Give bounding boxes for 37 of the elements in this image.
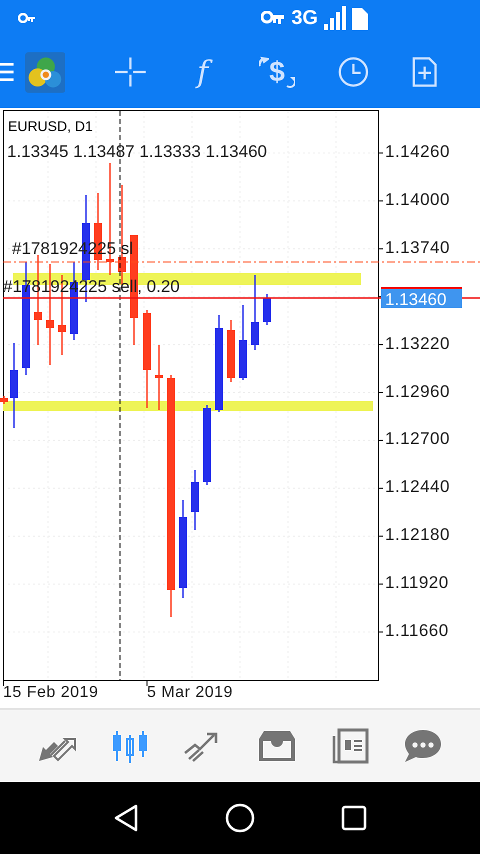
price-tick: 1.14260: [385, 142, 450, 162]
price-tick: 1.12700: [385, 429, 450, 450]
function-button[interactable]: f: [189, 54, 216, 90]
candlestick: [227, 320, 235, 382]
new-document-icon[interactable]: [412, 55, 437, 89]
candlestick: [191, 470, 199, 530]
sim-icon: [352, 6, 368, 30]
price-tick: 1.12180: [385, 525, 450, 546]
key-icon: [18, 13, 36, 23]
network-type: 3G: [291, 6, 318, 30]
current-price-label: 1.13460: [381, 287, 462, 308]
clock-icon[interactable]: [338, 55, 369, 89]
home-icon[interactable]: [225, 803, 255, 833]
price-tick: 1.13740: [385, 238, 450, 258]
price-tick: 1.13220: [385, 334, 450, 354]
signal-icon: [324, 6, 346, 30]
crosshair-icon[interactable]: [115, 56, 146, 88]
candlestick: [263, 294, 271, 325]
price-tick: 1.12440: [385, 477, 450, 498]
currency-button[interactable]: $: [259, 56, 295, 88]
price-tick: 1.11920: [385, 573, 449, 594]
menu-icon[interactable]: [0, 60, 14, 84]
app-logo[interactable]: [24, 50, 66, 94]
price-tick: 1.11660: [385, 621, 449, 641]
ohlc-values: 1.13345 1.13487 1.13333 1.13460: [7, 142, 267, 162]
symbol-label: EURUSD, D1: [8, 118, 93, 134]
key-icon: [261, 11, 286, 25]
candlestick: [0, 396, 8, 404]
date-label: 15 Feb 2019: [3, 684, 98, 702]
recents-icon[interactable]: [341, 805, 367, 831]
arrow-icon: [284, 76, 295, 88]
back-icon[interactable]: [113, 804, 139, 832]
candlestick: [155, 345, 163, 410]
date-label: 5 Mar 2019: [147, 684, 233, 702]
price-tick: 1.12960: [385, 382, 450, 402]
arrow-icon: [259, 56, 270, 68]
price-tick: 1.14000: [385, 190, 450, 210]
